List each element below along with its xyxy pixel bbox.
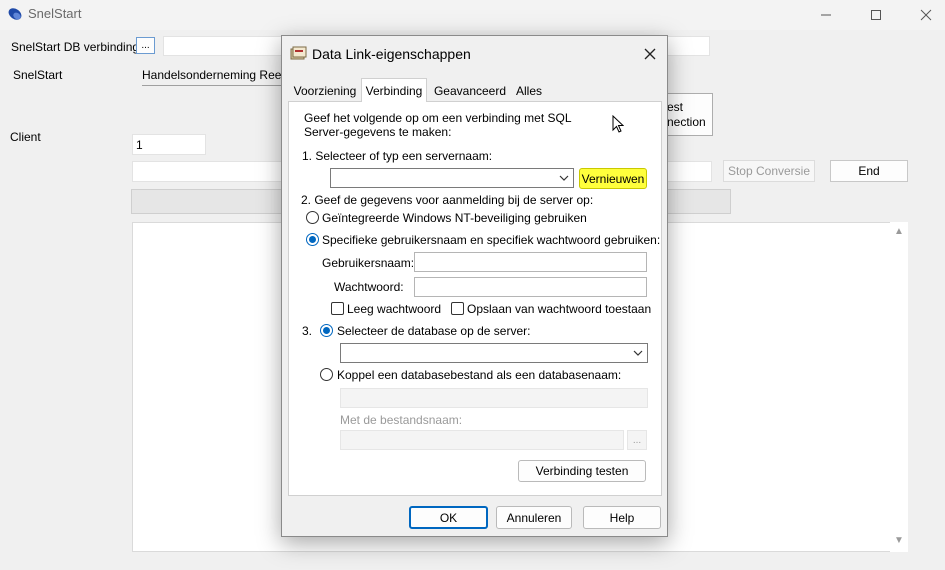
- password-label: Wachtwoord:: [334, 280, 404, 294]
- step3-number: 3.: [302, 324, 313, 338]
- test-connection-label-1: est: [667, 100, 684, 114]
- select-db-radio[interactable]: [320, 324, 333, 337]
- step1-label: 1. Selecteer of typ een servernaam:: [302, 149, 493, 163]
- chevron-down-icon: [559, 175, 569, 181]
- filename-input: [340, 430, 624, 450]
- progress-bar-left: [131, 189, 282, 214]
- intro-text-line2: Server-gegevens te maken:: [304, 125, 452, 139]
- stop-conversion-button[interactable]: Stop Conversie: [723, 160, 815, 182]
- select-db-label[interactable]: Selecteer de database op de server:: [337, 324, 530, 338]
- database-combo[interactable]: [340, 343, 648, 363]
- windows-auth-label[interactable]: Geïntegreerde Windows NT-beveiliging geb…: [322, 211, 587, 225]
- scroll-down-icon[interactable]: ▼: [890, 535, 908, 546]
- refresh-button[interactable]: Vernieuwen: [579, 168, 647, 189]
- password-input[interactable]: [414, 277, 647, 297]
- client-label: Client: [10, 130, 41, 144]
- minimize-button[interactable]: [803, 0, 849, 30]
- snelstart-company-field[interactable]: Handelsonderneming Rees: [142, 68, 282, 86]
- minimize-icon: [821, 14, 831, 16]
- blank-password-checkbox[interactable]: [331, 302, 344, 315]
- status-input-left: [132, 161, 282, 182]
- log-scrollbar[interactable]: ▲ ▼: [890, 222, 908, 552]
- test-connection-button[interactable]: est nection: [664, 93, 713, 136]
- verbinding-panel: Geef het volgende op om een verbinding m…: [288, 101, 662, 496]
- attach-db-label[interactable]: Koppel een databasebestand als een datab…: [337, 368, 621, 382]
- maximize-icon: [871, 10, 881, 20]
- client-input[interactable]: 1: [132, 134, 206, 155]
- server-name-combo[interactable]: [330, 168, 574, 188]
- tab-verbinding[interactable]: Verbinding: [361, 78, 427, 102]
- specific-auth-label[interactable]: Specifieke gebruikersnaam en specifiek w…: [322, 233, 660, 247]
- progress-bar-right: [664, 189, 731, 214]
- chevron-down-icon: [633, 350, 643, 356]
- username-input[interactable]: [414, 252, 647, 272]
- cancel-button[interactable]: Annuleren: [496, 506, 572, 529]
- filename-browse-button: ...: [627, 430, 647, 450]
- tab-alles[interactable]: Alles: [512, 80, 546, 102]
- tab-geavanceerd[interactable]: Geavanceerd: [431, 80, 509, 102]
- username-label: Gebruikersnaam:: [322, 256, 415, 270]
- ok-button[interactable]: OK: [409, 506, 488, 529]
- end-button[interactable]: End: [830, 160, 908, 182]
- step2-label: 2. Geef de gegevens voor aanmelding bij …: [301, 193, 594, 207]
- intro-text-line1: Geef het volgende op om een verbinding m…: [304, 111, 572, 125]
- app-title: SnelStart: [28, 6, 82, 21]
- status-input-right: [664, 161, 712, 182]
- db-connection-label: SnelStart DB verbinding: [11, 40, 140, 54]
- maximize-button[interactable]: [853, 0, 899, 30]
- filename-label: Met de bestandsnaam:: [340, 413, 463, 427]
- attach-db-radio[interactable]: [320, 368, 333, 381]
- close-icon: [644, 48, 656, 60]
- db-connection-input-right[interactable]: [664, 36, 710, 56]
- dialog-title: Data Link-eigenschappen: [312, 46, 471, 62]
- save-password-label[interactable]: Opslaan van wachtwoord toestaan: [467, 302, 651, 316]
- db-connection-input-left[interactable]: [163, 36, 288, 56]
- data-link-icon: [290, 46, 307, 60]
- specific-auth-radio[interactable]: [306, 233, 319, 246]
- db-browse-button[interactable]: ...: [136, 37, 155, 54]
- test-connection-dialog-button[interactable]: Verbinding testen: [518, 460, 646, 482]
- windows-auth-radio[interactable]: [306, 211, 319, 224]
- snelstart-label: SnelStart: [13, 68, 63, 82]
- close-window-button[interactable]: [903, 0, 945, 30]
- scroll-up-icon[interactable]: ▲: [890, 226, 908, 237]
- dialog-close-button[interactable]: [638, 43, 662, 65]
- data-link-dialog: Data Link-eigenschappen Voorziening Verb…: [281, 35, 668, 537]
- close-icon: [920, 9, 932, 21]
- blank-password-label[interactable]: Leeg wachtwoord: [347, 302, 441, 316]
- mouse-cursor-icon: [612, 115, 624, 133]
- help-button[interactable]: Help: [583, 506, 661, 529]
- test-connection-label-2: nection: [667, 115, 706, 129]
- tab-voorziening[interactable]: Voorziening: [292, 80, 358, 102]
- save-password-checkbox[interactable]: [451, 302, 464, 315]
- snelstart-logo-icon: [8, 8, 22, 20]
- attach-db-name-input: [340, 388, 648, 408]
